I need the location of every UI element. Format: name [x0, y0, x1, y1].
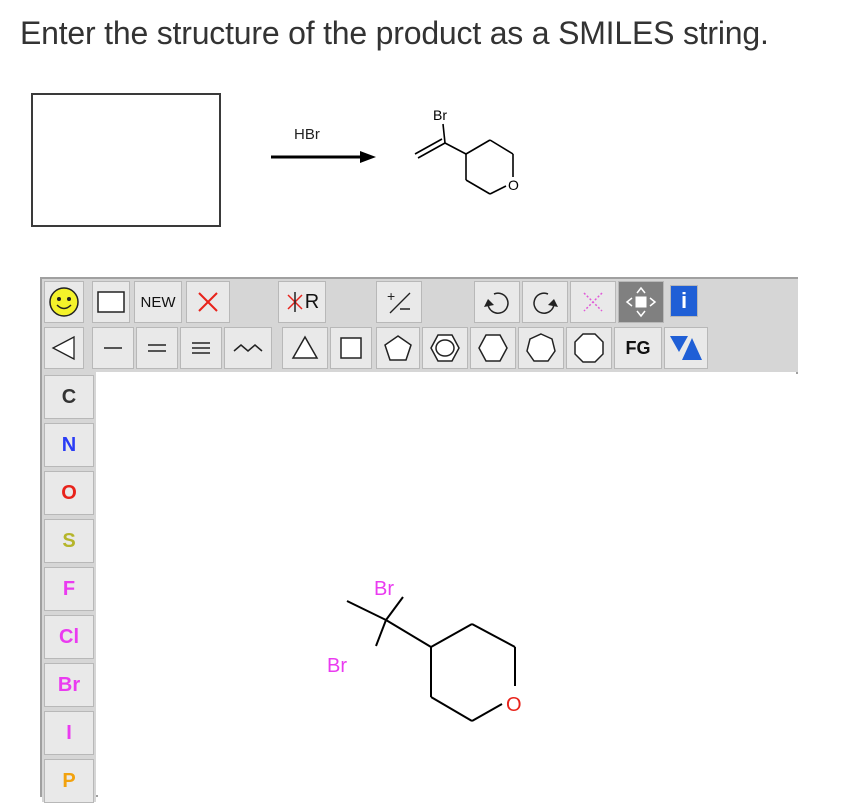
element-i-label: I	[66, 721, 72, 744]
pentagon-ring-icon	[384, 335, 412, 361]
element-n-label: N	[61, 433, 77, 456]
info-icon: i	[680, 288, 688, 313]
molecule-editor[interactable]: NEW R + i FG C N O S F Cl Br I P Br Br O	[40, 277, 798, 804]
functional-group-label: FG	[625, 337, 651, 358]
redo-icon	[533, 292, 558, 314]
double-bond-icon	[148, 344, 166, 352]
benzene-ring-icon	[430, 334, 460, 362]
ring5-button[interactable]	[376, 327, 420, 369]
element-f-button[interactable]: F	[44, 567, 94, 611]
element-p-button[interactable]: P	[44, 759, 94, 803]
element-n-button[interactable]: N	[44, 423, 94, 467]
reaction-arrow	[271, 151, 376, 163]
double-bond-button[interactable]	[136, 327, 178, 369]
drawn-molecule: Br Br O	[327, 578, 522, 722]
dotted-x-icon	[583, 292, 603, 312]
move-arrows-icon	[625, 286, 657, 318]
wedge-bond-button[interactable]	[44, 327, 84, 369]
ring4-button[interactable]	[330, 327, 372, 369]
ring3-button[interactable]	[282, 327, 328, 369]
element-p-label: P	[62, 769, 76, 792]
more-tools-button[interactable]	[664, 327, 708, 369]
charge-icon: +	[387, 288, 411, 314]
element-o-button[interactable]: O	[44, 471, 94, 515]
drawing-canvas[interactable]: Br Br O	[98, 374, 798, 804]
canvas-br-top: Br	[374, 578, 394, 600]
undo-icon	[484, 292, 509, 314]
triple-bond-icon	[192, 342, 210, 354]
ring7-button[interactable]	[518, 327, 564, 369]
chain-icon	[233, 344, 263, 352]
element-cl-button[interactable]: Cl	[44, 615, 94, 659]
reaction-scheme: Br O	[271, 107, 519, 195]
reactant-br-label: Br	[433, 107, 447, 123]
info-button[interactable]: i	[670, 285, 698, 317]
template-box-button[interactable]	[92, 281, 130, 323]
triple-bond-button[interactable]	[180, 327, 222, 369]
element-cl-label: Cl	[59, 625, 79, 648]
delete-x-icon	[198, 292, 218, 312]
delete-button[interactable]	[186, 281, 230, 323]
element-o-label: O	[61, 481, 77, 504]
ring8-button[interactable]	[566, 327, 612, 369]
element-br-button[interactable]: Br	[44, 663, 94, 707]
element-f-label: F	[62, 577, 76, 600]
element-s-button[interactable]: S	[44, 519, 94, 563]
r-group-x-icon	[287, 292, 303, 312]
functional-group-button[interactable]: FG	[614, 327, 662, 369]
svg-text:+: +	[387, 288, 395, 304]
r-group-button[interactable]: R	[278, 281, 326, 323]
square-ring-icon	[340, 337, 362, 359]
redo-button[interactable]	[522, 281, 568, 323]
chain-button[interactable]	[224, 327, 272, 369]
canvas-br-bottom: Br	[327, 655, 347, 677]
element-s-label: S	[62, 529, 76, 552]
charge-button[interactable]: +	[376, 281, 422, 323]
octagon-ring-icon	[574, 333, 604, 363]
reactant-o-label: O	[508, 177, 519, 193]
smiley-tool-button[interactable]	[44, 281, 84, 323]
heptagon-ring-icon	[526, 333, 556, 362]
expand-triangles-icon	[670, 336, 702, 360]
smiley-icon	[49, 287, 79, 317]
square-icon	[97, 291, 125, 313]
element-br-label: Br	[57, 673, 81, 696]
single-bond-icon	[104, 347, 122, 349]
single-bond-button[interactable]	[92, 327, 134, 369]
element-c-button[interactable]: C	[44, 375, 94, 419]
r-group-label: R	[304, 290, 320, 313]
triangle-ring-icon	[291, 335, 319, 359]
new-button-label: NEW	[140, 293, 176, 311]
hexagon-ring-icon	[478, 334, 508, 362]
new-button[interactable]: NEW	[134, 281, 182, 323]
wedge-bond-icon	[51, 335, 75, 361]
element-c-label: C	[61, 385, 77, 408]
element-i-button[interactable]: I	[44, 711, 94, 755]
clear-selection-button[interactable]	[570, 281, 616, 323]
canvas-o-label: O	[506, 694, 522, 716]
benzene-button[interactable]	[422, 327, 468, 369]
undo-button[interactable]	[474, 281, 520, 323]
reactant-molecule	[414, 123, 514, 195]
ring6-button[interactable]	[470, 327, 516, 369]
move-button[interactable]	[618, 281, 664, 323]
